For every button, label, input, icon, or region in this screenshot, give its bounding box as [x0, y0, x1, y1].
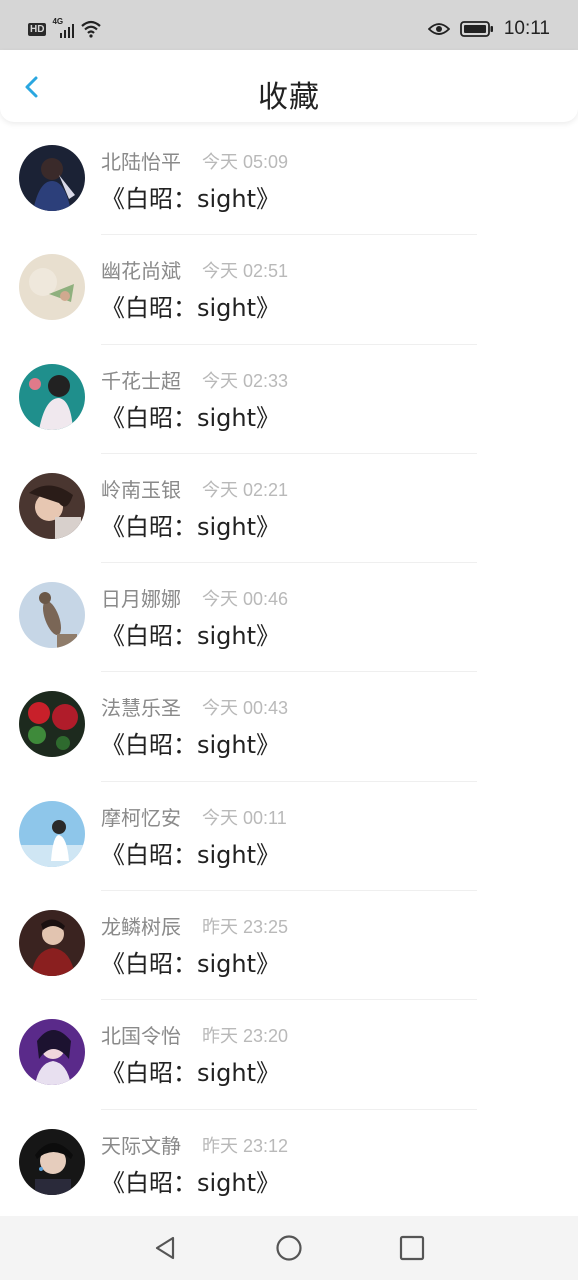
avatar[interactable]: [19, 145, 85, 211]
status-right-icons: 10:11: [427, 18, 550, 40]
favorite-item[interactable]: 千花士超 今天 02:33 《白昭：sight》: [0, 345, 578, 454]
eye-icon: [427, 23, 450, 35]
favorite-content[interactable]: 《白昭：sight》: [101, 725, 280, 760]
favorites-list[interactable]: 北陆怡平 今天 05:09 《白昭：sight》 幽花尚斌 今天 02:51 《…: [0, 126, 578, 1219]
status-left-icons: HD 4G: [28, 17, 102, 38]
favorite-content[interactable]: 《白昭：sight》: [101, 1163, 280, 1198]
favorite-content[interactable]: 《白昭：sight》: [101, 1053, 280, 1088]
favorite-user-name: 龙鳞树辰: [101, 915, 181, 940]
hd-icon: HD: [28, 22, 47, 36]
battery-icon: [459, 21, 493, 37]
favorite-content[interactable]: 《白昭：sight》: [101, 616, 280, 651]
favorite-item[interactable]: 幽花尚斌 今天 02:51 《白昭：sight》: [0, 235, 578, 345]
favorite-user-name: 法慧乐圣: [101, 696, 181, 721]
favorite-user-name: 千花士超: [101, 368, 181, 393]
favorite-time: 今天 02:51: [202, 261, 289, 282]
favorite-user-name: 摩柯忆安: [101, 805, 181, 830]
favorite-user-name: 日月娜娜: [101, 587, 181, 612]
favorite-user-name: 幽花尚斌: [101, 259, 181, 284]
favorite-item[interactable]: 摩柯忆安 今天 00:11 《白昭：sight》: [0, 782, 578, 892]
favorite-time: 今天 02:21: [202, 479, 289, 500]
avatar[interactable]: [19, 1128, 85, 1195]
recents-square-icon[interactable]: [398, 1234, 426, 1262]
favorite-time: 今天 00:11: [202, 807, 287, 828]
avatar[interactable]: [19, 1019, 85, 1086]
favorite-user-name: 天际文静: [101, 1133, 181, 1158]
favorite-item[interactable]: 日月娜娜 今天 00:46 《白昭：sight》: [0, 563, 578, 673]
favorite-item[interactable]: 法慧乐圣 今天 00:43 《白昭：sight》: [0, 672, 578, 782]
favorite-content[interactable]: 《白昭：sight》: [101, 507, 280, 542]
favorite-time: 昨天 23:20: [202, 1026, 289, 1047]
favorite-content[interactable]: 《白昭：sight》: [101, 288, 280, 323]
favorite-user-name: 岭南玉银: [101, 477, 181, 502]
favorite-time: 今天 00:46: [202, 589, 289, 610]
favorite-time: 昨天 23:25: [202, 917, 289, 938]
avatar[interactable]: [19, 582, 85, 649]
favorite-item[interactable]: 北陆怡平 今天 05:09 《白昭：sight》: [0, 126, 578, 236]
wifi-icon: [81, 20, 102, 38]
page-header: 收藏: [0, 50, 578, 122]
favorite-item[interactable]: 龙鳞树辰 昨天 23:25 《白昭：sight》: [0, 891, 578, 1001]
status-bar: HD 4G 10:11: [0, 0, 578, 50]
avatar[interactable]: [19, 800, 85, 867]
back-triangle-icon[interactable]: [151, 1234, 179, 1262]
avatar[interactable]: [19, 472, 85, 539]
favorite-content[interactable]: 《白昭：sight》: [101, 398, 280, 433]
avatar[interactable]: [19, 254, 85, 321]
favorite-user-name: 北陆怡平: [101, 150, 181, 174]
favorite-time: 今天 00:43: [202, 698, 289, 719]
signal-icon: 4G: [52, 17, 75, 38]
favorite-time: 今天 05:09: [202, 152, 289, 172]
navigation-bar: [0, 1216, 578, 1280]
avatar[interactable]: [19, 363, 85, 430]
favorite-time: 今天 02:33: [202, 370, 289, 391]
favorite-user-name: 北国令怡: [101, 1024, 181, 1049]
favorite-item[interactable]: 岭南玉银 今天 02:21 《白昭：sight》: [0, 454, 578, 564]
home-circle-icon[interactable]: [275, 1234, 303, 1262]
favorite-content[interactable]: 《白昭：sight》: [101, 944, 280, 979]
favorite-item[interactable]: 北国令怡 昨天 23:20 《白昭：sight》: [0, 1000, 578, 1110]
avatar[interactable]: [19, 910, 85, 977]
favorite-content[interactable]: 《白昭：sight》: [101, 835, 280, 870]
favorite-time: 昨天 23:12: [202, 1135, 289, 1156]
status-clock: 10:11: [503, 18, 550, 39]
page-title: 收藏: [258, 80, 320, 115]
favorite-item[interactable]: 天际文静 昨天 23:12 《白昭：sight》: [0, 1110, 578, 1219]
favorite-content[interactable]: 《白昭：sight》: [101, 179, 280, 214]
avatar[interactable]: [19, 691, 85, 758]
